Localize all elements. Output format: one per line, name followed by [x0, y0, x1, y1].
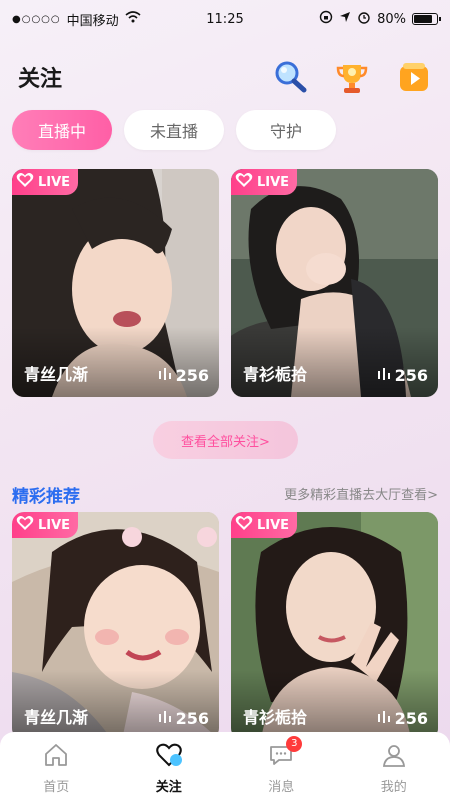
- unread-badge: 3: [286, 735, 303, 752]
- live-card[interactable]: LIVE 青丝几渐 256: [12, 512, 219, 740]
- audio-bars-icon: [158, 366, 172, 385]
- nav-me[interactable]: 我的: [359, 742, 429, 795]
- streamer-name: 青丝几渐: [24, 708, 89, 727]
- streamer-name: 青衫栀拾: [243, 365, 308, 384]
- status-right: 80%: [319, 10, 441, 28]
- streamer-name: 青丝几渐: [24, 365, 89, 384]
- bottom-nav: 首页 关注 3 消息 我的: [0, 732, 450, 800]
- viewer-count: 256: [377, 366, 428, 385]
- nav-messages-label: 消息: [268, 779, 295, 795]
- viewer-count-value: 256: [394, 366, 428, 385]
- live-badge: LIVE: [231, 512, 298, 538]
- audio-bars-icon: [377, 366, 391, 385]
- home-icon: [43, 742, 69, 772]
- tab-guard[interactable]: 守护: [236, 110, 336, 150]
- viewer-count: 256: [377, 709, 428, 728]
- rotation-lock-icon: [319, 10, 333, 28]
- carrier-label: 中国移动: [66, 13, 119, 29]
- nav-home-label: 首页: [43, 779, 70, 795]
- live-badge: LIVE: [12, 169, 79, 195]
- viewer-count-value: 256: [394, 709, 428, 728]
- more-live-link[interactable]: 更多精彩直播去大厅查看>: [284, 484, 438, 503]
- live-card[interactable]: LIVE 青衫栀拾 256: [231, 512, 438, 740]
- status-left: ●○○○○ 中国移动: [12, 10, 141, 29]
- viewer-count: 256: [158, 366, 209, 385]
- alarm-icon: [357, 10, 371, 28]
- battery-percent: 80%: [377, 11, 406, 27]
- heart-live-icon: [235, 172, 253, 192]
- heart-live-icon: [16, 172, 34, 192]
- heart-live-icon: [16, 515, 34, 535]
- search-icon[interactable]: [270, 57, 310, 97]
- page-title: 关注: [18, 67, 63, 92]
- audio-bars-icon: [158, 709, 172, 728]
- live-badge: LIVE: [231, 169, 298, 195]
- battery-icon: [412, 13, 441, 25]
- nav-messages[interactable]: 3 消息: [246, 735, 316, 795]
- streamer-name: 青衫栀拾: [243, 708, 308, 727]
- signal-dots-icon: ●○○○○: [12, 13, 61, 25]
- viewer-count-value: 256: [175, 366, 209, 385]
- viewer-count-value: 256: [175, 709, 209, 728]
- nav-me-label: 我的: [380, 779, 407, 795]
- user-icon: [381, 742, 407, 772]
- wifi-icon: [125, 11, 141, 27]
- trophy-icon[interactable]: [332, 57, 372, 97]
- live-badge-label: LIVE: [38, 517, 71, 533]
- location-icon: [339, 11, 351, 27]
- header-icons: [270, 57, 434, 97]
- nav-following-label: 关注: [155, 779, 182, 795]
- live-badge: LIVE: [12, 512, 79, 538]
- status-bar: ●○○○○ 中国移动 11:25 80%: [0, 0, 450, 38]
- tab-live[interactable]: 直播中: [12, 110, 112, 150]
- see-all-following-button[interactable]: 查看全部关注>: [153, 421, 298, 459]
- live-badge-label: LIVE: [257, 174, 290, 190]
- live-card[interactable]: LIVE 青丝几渐 256: [12, 169, 219, 397]
- viewer-count: 256: [158, 709, 209, 728]
- status-tabs: 直播中 未直播 守护: [12, 110, 336, 150]
- heart-icon: [155, 742, 183, 772]
- play-video-icon[interactable]: [394, 57, 434, 97]
- header: 关注: [0, 52, 450, 102]
- audio-bars-icon: [377, 709, 391, 728]
- nav-home[interactable]: 首页: [21, 742, 91, 795]
- nav-following[interactable]: 关注: [134, 742, 204, 795]
- battery-fill: [414, 15, 432, 23]
- section-title: 精彩推荐: [12, 487, 80, 507]
- status-time: 11:25: [206, 11, 244, 27]
- tab-offline[interactable]: 未直播: [124, 110, 224, 150]
- live-badge-label: LIVE: [38, 174, 71, 190]
- live-badge-label: LIVE: [257, 517, 290, 533]
- heart-live-icon: [235, 515, 253, 535]
- live-card[interactable]: LIVE 青衫栀拾 256: [231, 169, 438, 397]
